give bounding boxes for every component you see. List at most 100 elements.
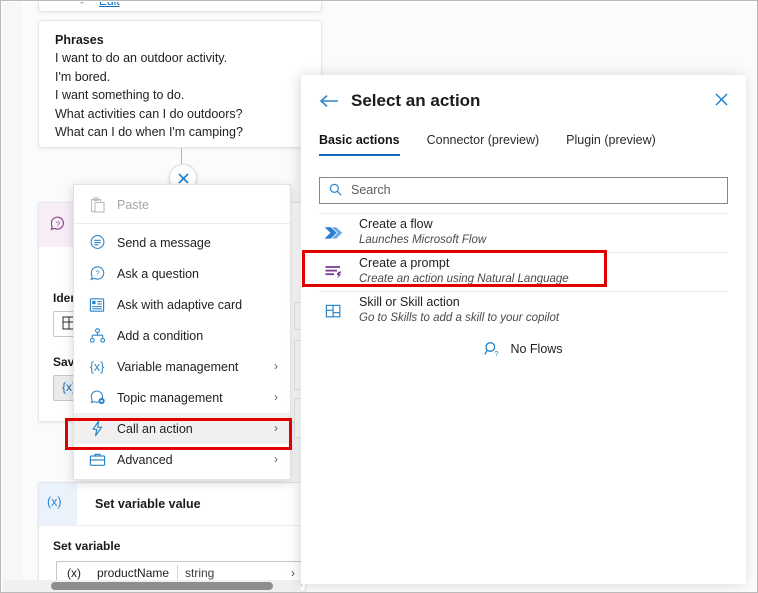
advanced-glyph <box>89 453 105 466</box>
action-icon <box>87 420 107 438</box>
tab-basic-actions[interactable]: Basic actions <box>319 133 400 156</box>
paste-icon <box>87 196 107 214</box>
menu-item-add-a-condition[interactable]: Add a condition <box>74 320 290 351</box>
menu-item-ask-a-question[interactable]: ? Ask a question <box>74 258 290 289</box>
menu-item-call-an-action[interactable]: Call an action › <box>74 413 290 444</box>
tab-label: Basic actions <box>319 133 400 147</box>
empty-state-no-flows: ? No Flows <box>319 330 728 368</box>
ask-question-glyph: ? <box>89 266 104 281</box>
chevron-right-icon: › <box>274 421 278 435</box>
menu-item-label: Topic management <box>117 390 223 405</box>
question-icon: ? <box>49 215 67 233</box>
tab-connector-preview[interactable]: Connector (preview) <box>427 133 540 156</box>
paste-glyph <box>90 196 105 213</box>
variable-icon: {x} <box>89 359 105 374</box>
message-glyph <box>90 235 104 249</box>
edit-link[interactable]: Edit <box>99 2 120 8</box>
tab-label: Connector (preview) <box>426 133 540 147</box>
screenshot-root: ➤ Edit Phrases I want to do an outdoor a… <box>0 0 758 593</box>
close-icon[interactable] <box>715 93 728 109</box>
close-glyph <box>715 93 728 106</box>
trigger-phrases-card[interactable]: Phrases I want to do an outdoor activity… <box>38 20 322 148</box>
ask-question-icon: ? <box>87 265 107 283</box>
search-input[interactable]: Search <box>319 177 728 204</box>
menu-divider <box>74 223 290 224</box>
add-node-context-menu[interactable]: Paste Send a message ? Ask a question As… <box>73 184 291 480</box>
menu-item-label: Variable management <box>117 359 239 374</box>
flow-glyph <box>324 227 343 239</box>
action-list[interactable]: Create a flow Launches Microsoft Flow Cr… <box>319 213 728 368</box>
phrase-line: I want something to do. <box>55 88 185 102</box>
set-variable-value-card[interactable]: (x) Set variable value Set variable (x) … <box>38 482 306 592</box>
phrase-line: I want to do an outdoor activity. <box>55 51 228 65</box>
prompt-icon <box>323 262 343 282</box>
search-glyph <box>329 183 342 196</box>
variable-type: string <box>185 566 215 580</box>
action-title: Skill or Skill action <box>359 295 460 309</box>
action-item-create-a-prompt[interactable]: Create a prompt Create an action using N… <box>319 252 728 291</box>
phrase-line: I'm bored. <box>55 69 111 84</box>
phrases-title: Phrases <box>55 33 104 47</box>
menu-item-label: Add a condition <box>117 328 204 343</box>
close-glyph <box>177 172 189 184</box>
phrase-line: What can I do when I'm camping? <box>55 125 243 139</box>
variable-name: productName <box>97 566 170 580</box>
set-variable-card-title: Set variable value <box>95 497 201 511</box>
menu-item-ask-with-adaptive-card[interactable]: Ask with adaptive card <box>74 289 290 320</box>
action-item-create-a-flow[interactable]: Create a flow Launches Microsoft Flow <box>319 213 728 252</box>
svg-text:?: ? <box>495 349 499 358</box>
menu-item-label: Call an action <box>117 421 193 436</box>
select-an-action-panel[interactable]: Select an action Basic actions Connector… <box>301 75 746 584</box>
panel-header: Select an action <box>301 75 746 131</box>
action-subtitle: Go to Skills to add a skill to your copi… <box>359 312 560 324</box>
menu-item-send-a-message[interactable]: Send a message <box>74 227 290 258</box>
back-arrow-icon[interactable] <box>319 93 339 111</box>
action-title: Create a flow <box>359 217 433 231</box>
menu-item-label: Paste <box>117 197 149 212</box>
back-arrow-glyph <box>319 95 338 107</box>
condition-icon <box>87 327 107 345</box>
message-icon <box>87 234 107 252</box>
topic-trigger-card[interactable]: ➤ Edit <box>38 2 322 12</box>
menu-item-variable-management[interactable]: {x} Variable management › <box>74 351 290 382</box>
scrollbar-thumb[interactable] <box>51 582 273 590</box>
chevron-right-icon: › <box>274 359 278 373</box>
prompt-glyph <box>325 266 342 279</box>
chevron-right-icon[interactable]: › <box>291 566 295 580</box>
phrase-line: What activities can I do outdoors? <box>55 106 243 121</box>
horizontal-scrollbar[interactable] <box>3 580 301 592</box>
action-subtitle: Create an action using Natural Language <box>359 273 569 285</box>
variable-icon: (x) <box>47 495 62 509</box>
search-question-icon: ? <box>484 341 501 358</box>
svg-text:?: ? <box>95 269 99 278</box>
skill-glyph <box>325 304 340 318</box>
search-question-glyph: ? <box>484 341 499 358</box>
page-title: Select an action <box>351 91 481 110</box>
question-glyph: ? <box>50 216 64 231</box>
empty-state-label: No Flows <box>510 342 563 356</box>
flow-icon: ➤ <box>79 2 88 7</box>
chevron-right-icon: › <box>274 390 278 404</box>
svg-text:?: ? <box>56 219 60 228</box>
adaptive-card-icon <box>87 296 107 314</box>
tab-plugin-preview[interactable]: Plugin (preview) <box>566 133 656 156</box>
flow-icon <box>323 223 343 243</box>
variable-icon: (x) <box>67 566 81 580</box>
menu-item-topic-management[interactable]: Topic management › <box>74 382 290 413</box>
menu-item-label: Advanced <box>117 452 173 467</box>
card-divider <box>39 525 305 526</box>
search-icon <box>329 183 342 199</box>
advanced-icon <box>87 451 107 469</box>
topic-glyph <box>90 390 105 405</box>
menu-item-label: Ask with adaptive card <box>117 297 243 312</box>
topic-icon <box>87 389 107 407</box>
action-title: Create a prompt <box>359 256 450 270</box>
search-placeholder: Search <box>351 183 391 197</box>
chevron-right-icon: › <box>274 452 278 466</box>
action-item-skill-or-skill-action[interactable]: Skill or Skill action Go to Skills to ad… <box>319 291 728 330</box>
skill-icon <box>323 301 343 321</box>
menu-item-paste[interactable]: Paste <box>74 189 290 220</box>
panel-tabs[interactable]: Basic actions Connector (preview) Plugin… <box>319 133 656 156</box>
menu-item-advanced[interactable]: Advanced › <box>74 444 290 475</box>
tab-label: Plugin (preview) <box>566 133 656 147</box>
